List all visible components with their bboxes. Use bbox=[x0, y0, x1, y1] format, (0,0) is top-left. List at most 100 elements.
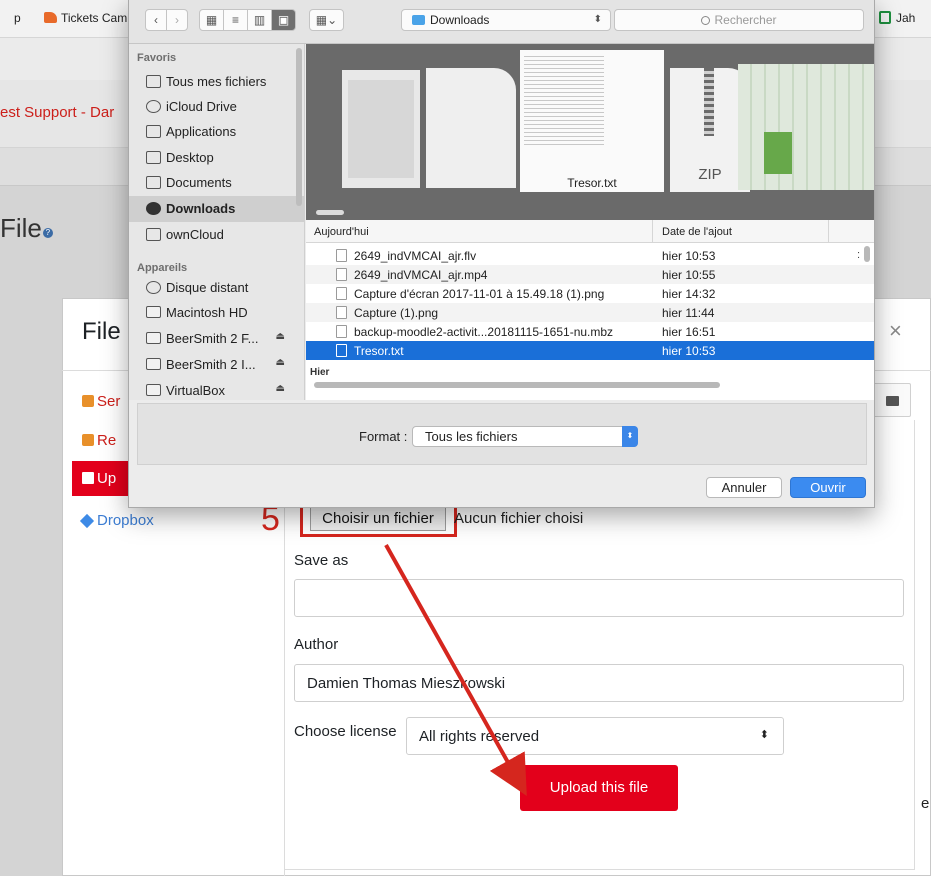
file-date: hier 10:55 bbox=[662, 268, 716, 282]
sidebar-item-downloads[interactable]: Downloads bbox=[129, 196, 305, 222]
forward-button[interactable]: › bbox=[166, 9, 188, 31]
sidebar-item-remote-disc[interactable]: Disque distant bbox=[129, 275, 305, 301]
column-name-header[interactable]: Aujourd'hui bbox=[314, 226, 369, 238]
license-value: All rights reserved bbox=[419, 728, 540, 745]
help-icon[interactable]: ? bbox=[42, 228, 53, 238]
preview-scrollbar[interactable] bbox=[316, 210, 344, 215]
repository-server-files[interactable]: Ser bbox=[82, 393, 120, 410]
bookmark-tickets[interactable]: Tickets Cam bbox=[44, 11, 127, 25]
file-picker-title: File bbox=[82, 318, 121, 345]
search-field[interactable]: Rechercher bbox=[614, 9, 864, 31]
documents-icon bbox=[146, 176, 161, 189]
bookmark-right[interactable]: Jah bbox=[879, 11, 915, 25]
moodle-icon bbox=[82, 434, 94, 446]
breadcrumb[interactable]: est Support - Dar bbox=[0, 104, 114, 121]
sidebar-item-macintosh-hd[interactable]: Macintosh HD bbox=[129, 300, 305, 326]
repository-recent-files[interactable]: Re bbox=[82, 432, 116, 449]
no-file-chosen-text: Aucun fichier choisi bbox=[454, 510, 584, 527]
file-name: 2649_indVMCAI_ajr.flv bbox=[354, 249, 477, 263]
icon-view-button[interactable]: ▦ bbox=[199, 9, 224, 31]
selected-file-thumbnail[interactable]: Tresor.txt bbox=[520, 50, 664, 192]
sidebar-item-label: BeerSmith 2 I... bbox=[166, 357, 256, 372]
sidebar-item-applications[interactable]: Applications bbox=[129, 119, 305, 145]
sidebar-item-documents[interactable]: Documents bbox=[129, 170, 305, 196]
file-row[interactable]: 2649_indVMCAI_ajr.flv hier 10:53 bbox=[306, 246, 874, 265]
file-thumbnail[interactable] bbox=[342, 70, 420, 188]
arrange-button[interactable]: ▦⌄ bbox=[309, 9, 344, 31]
license-label: Choose license bbox=[294, 723, 397, 740]
finder-sidebar: Favoris Tous mes fichiers iCloud Drive A… bbox=[129, 44, 305, 400]
file-thumbnail[interactable] bbox=[426, 68, 516, 188]
close-icon[interactable]: × bbox=[889, 318, 902, 344]
sidebar-item-label: iCloud Drive bbox=[166, 99, 237, 114]
text-file-icon bbox=[336, 344, 347, 357]
eject-icon[interactable]: ⏏ bbox=[276, 357, 285, 368]
repository-label: Up bbox=[97, 470, 117, 487]
repository-dropbox[interactable]: Dropbox bbox=[79, 512, 154, 529]
sidebar-item-beersmith-f[interactable]: BeerSmith 2 F... ⏏ bbox=[129, 326, 305, 352]
choose-file-button[interactable]: Choisir un fichier bbox=[310, 507, 446, 531]
back-button[interactable]: ‹ bbox=[145, 9, 167, 31]
dropbox-icon bbox=[79, 513, 95, 529]
upload-file-button[interactable]: Upload this file bbox=[520, 765, 678, 811]
create-folder-button[interactable] bbox=[869, 383, 911, 417]
file-date: hier 14:32 bbox=[662, 287, 716, 301]
list-view-button[interactable]: ≡ bbox=[223, 9, 248, 31]
open-button[interactable]: Ouvrir bbox=[790, 477, 866, 498]
favorites-header: Favoris bbox=[137, 52, 177, 64]
sidebar-item-label: VirtualBox bbox=[166, 383, 226, 398]
column-view-button[interactable]: ▥ bbox=[247, 9, 272, 31]
file-row[interactable]: Capture (1).png hier 11:44 bbox=[306, 303, 874, 322]
location-popup[interactable]: Downloads ⬍ bbox=[401, 9, 611, 31]
coverflow-view-button[interactable]: ▣ bbox=[271, 9, 296, 31]
drive-icon bbox=[146, 332, 161, 344]
sidebar-item-desktop[interactable]: Desktop bbox=[129, 145, 305, 171]
eject-icon[interactable]: ⏏ bbox=[276, 331, 285, 342]
page-title: File? bbox=[0, 213, 53, 244]
hard-drive-icon bbox=[146, 306, 161, 318]
sidebar-item-beersmith-i[interactable]: BeerSmith 2 I... ⏏ bbox=[129, 352, 305, 378]
sidebar-item-owncloud[interactable]: ownCloud bbox=[129, 222, 305, 248]
flame-icon bbox=[44, 12, 57, 23]
file-row[interactable]: backup-moodle2-activit...20181115-1651-n… bbox=[306, 322, 874, 341]
file-name: 2649_indVMCAI_ajr.mp4 bbox=[354, 268, 488, 282]
file-icon bbox=[336, 325, 347, 338]
sidebar-item-icloud[interactable]: iCloud Drive bbox=[129, 94, 305, 120]
list-horizontal-scrollbar[interactable] bbox=[314, 382, 720, 388]
column-date-header[interactable]: Date de l'ajout bbox=[662, 226, 732, 238]
coverflow-preview: Tresor.txt ZIP bbox=[306, 44, 874, 220]
sidebar-item-label: ownCloud bbox=[166, 227, 224, 242]
spreadsheet-thumbnail[interactable] bbox=[738, 64, 874, 190]
sidebar-item-virtualbox[interactable]: VirtualBox ⏏ bbox=[129, 378, 305, 404]
file-name: Tresor.txt bbox=[354, 344, 404, 358]
sheets-icon bbox=[879, 11, 891, 24]
cancel-button[interactable]: Annuler bbox=[706, 477, 782, 498]
all-files-icon bbox=[146, 75, 161, 88]
save-as-input[interactable] bbox=[294, 579, 904, 617]
file-row[interactable]: Capture d'écran 2017-11-01 à 15.49.18 (1… bbox=[306, 284, 874, 303]
sidebar-item-label: Downloads bbox=[166, 201, 236, 216]
devices-header: Appareils bbox=[137, 262, 188, 274]
eject-icon[interactable]: ⏏ bbox=[276, 383, 285, 394]
applications-icon bbox=[146, 125, 161, 138]
drive-icon bbox=[146, 358, 161, 370]
video-file-icon bbox=[336, 268, 347, 281]
dialog-toolbar: ‹ › ▦ ≡ ▥ ▣ ▦⌄ Downloads ⬍ Rechercher bbox=[129, 0, 874, 44]
save-as-label: Save as bbox=[294, 552, 349, 569]
group-header-yesterday: Hier bbox=[310, 367, 330, 378]
format-label: Format : bbox=[359, 429, 408, 444]
sidebar-item-label: BeerSmith 2 F... bbox=[166, 331, 259, 346]
license-select[interactable]: All rights reserved ⬍ bbox=[406, 717, 784, 755]
list-vertical-scrollbar[interactable] bbox=[864, 246, 870, 262]
file-row[interactable]: 2649_indVMCAI_ajr.mp4 hier 10:55 bbox=[306, 265, 874, 284]
file-name: backup-moodle2-activit...20181115-1651-n… bbox=[354, 325, 614, 339]
file-row-selected[interactable]: Tresor.txt hier 10:53 bbox=[306, 341, 874, 360]
file-list: Aujourd'hui Date de l'ajout 2649_indVMCA… bbox=[306, 220, 874, 400]
moodle-icon bbox=[82, 395, 94, 407]
sidebar-scrollbar[interactable] bbox=[296, 48, 302, 206]
format-select[interactable]: Tous les fichiers ⬍ bbox=[412, 426, 638, 447]
sidebar-item-all-files[interactable]: Tous mes fichiers bbox=[129, 69, 305, 95]
author-input[interactable]: Damien Thomas Mieszkowski bbox=[294, 664, 904, 702]
sidebar-item-label: Documents bbox=[166, 175, 232, 190]
bookmark-item[interactable]: p bbox=[14, 11, 21, 25]
